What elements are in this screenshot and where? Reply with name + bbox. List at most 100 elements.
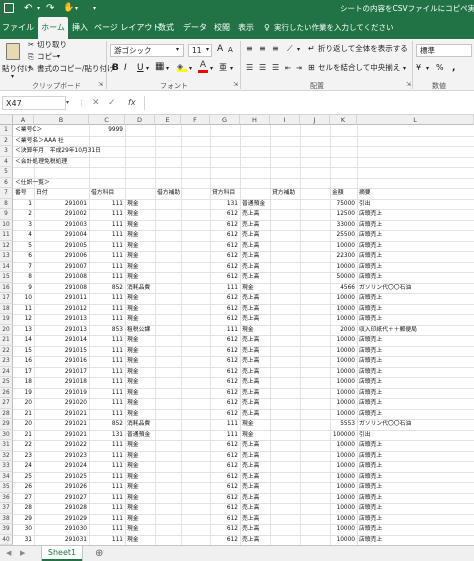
cell[interactable]: 111 [89,220,123,230]
cell[interactable]: 現金 [242,325,254,335]
cell[interactable]: 売上高 [242,220,259,230]
cell[interactable]: 店頭売上 [359,472,382,482]
cell[interactable]: 612 [210,388,238,398]
cell[interactable]: 291016 [34,356,87,366]
cell[interactable]: 店頭売上 [359,262,382,272]
row-header-25[interactable]: 25 [0,377,13,388]
cell[interactable]: 111 [89,535,123,545]
column-header-i[interactable]: I [270,115,300,125]
cell[interactable]: 現金 [127,461,139,471]
cell[interactable]: 612 [210,514,238,524]
cell[interactable]: 13 [13,325,32,335]
row-header-10[interactable]: 10 [0,219,13,230]
cell[interactable]: 291001 [34,199,87,209]
cell[interactable]: 22 [13,440,32,450]
row-header-4[interactable]: 4 [0,156,13,167]
font-launcher-icon[interactable]: ⇲ [233,81,238,88]
cell[interactable]: 10000 [330,440,355,450]
row-header-11[interactable]: 11 [0,230,13,241]
cell[interactable]: 291029 [34,514,87,524]
tab-review[interactable]: 校閲 [212,17,232,39]
cell[interactable]: 10000 [330,262,355,272]
bold-button[interactable]: B [112,63,119,73]
cell[interactable]: 291020 [34,398,87,408]
cell[interactable]: 売上高 [242,293,259,303]
wrap-text-button[interactable]: 折り返して全体を表示する [318,44,408,54]
cell[interactable]: 111 [89,524,123,534]
merge-center-button[interactable]: セルを結合して中央揃え [318,63,400,73]
font-color-icon[interactable]: A [198,61,208,73]
align-right-icon[interactable]: ☰ [272,63,279,73]
format-painter-icon[interactable]: ✎ [28,64,34,74]
cell[interactable]: 店頭売上 [359,251,382,261]
cell[interactable]: 消耗品費 [127,283,150,293]
cell[interactable]: 111 [89,262,123,272]
cell[interactable]: ＜会計処理免税処理 [15,157,67,167]
currency-icon[interactable]: ¥ [416,63,421,73]
column-header-k[interactable]: K [330,115,357,125]
shrink-font-button[interactable]: A [228,45,233,55]
cell[interactable]: 現金 [127,482,139,492]
row-header-40[interactable]: 40 [0,534,13,545]
cell[interactable]: 612 [210,241,238,251]
cell[interactable]: 111 [89,377,123,387]
cell[interactable]: 18 [13,377,32,387]
row-header-12[interactable]: 12 [0,240,13,251]
cell[interactable]: 4 [13,230,32,240]
cell[interactable]: 5553 [330,419,355,429]
cell[interactable]: 291025 [34,472,87,482]
cell[interactable]: 111 [89,251,123,261]
cell[interactable]: 9 [13,283,32,293]
cell[interactable]: 111 [89,493,123,503]
cell[interactable]: 291006 [34,251,87,261]
row-header-1[interactable]: 1 [0,125,13,136]
cell[interactable]: 売上高 [242,377,259,387]
cell[interactable]: 612 [210,356,238,366]
cell[interactable]: 291007 [34,262,87,272]
currency-dropdown-icon[interactable]: ▾ [426,64,429,74]
cell[interactable]: 店頭売上 [359,272,382,282]
comma-button[interactable]: , [452,63,455,73]
cell[interactable]: 291022 [34,440,87,450]
cell[interactable]: 現金 [127,241,139,251]
cell[interactable]: 852 [89,283,123,293]
row-header-17[interactable]: 17 [0,293,13,304]
row-header-8[interactable]: 8 [0,198,13,209]
phonetic-dropdown-icon[interactable]: ▾ [230,64,233,74]
cell[interactable]: 金額 [332,188,344,198]
cell[interactable]: 291011 [34,293,87,303]
cell[interactable]: 612 [210,335,238,345]
number-format-select[interactable]: 標準 [416,44,472,57]
cell[interactable]: 5 [13,241,32,251]
cell[interactable]: 現金 [127,304,139,314]
cell[interactable]: 27 [13,493,32,503]
cell[interactable]: 店頭売上 [359,461,382,471]
row-header-39[interactable]: 39 [0,524,13,535]
cell[interactable]: 10000 [330,409,355,419]
cell[interactable]: 6 [13,251,32,261]
cell[interactable]: 111 [89,346,123,356]
cell[interactable]: 291008 [34,272,87,282]
cell[interactable]: 291031 [34,535,87,545]
cell[interactable]: 店頭売上 [359,293,382,303]
row-header-23[interactable]: 23 [0,356,13,367]
cell[interactable]: 10000 [330,293,355,303]
formula-bar-divider[interactable]: ⋮ [78,96,85,110]
cell[interactable]: 店頭売上 [359,503,382,513]
cell[interactable]: 現金 [127,514,139,524]
cell[interactable]: 現金 [242,430,254,440]
cell[interactable]: 現金 [127,409,139,419]
cell[interactable]: 店頭売上 [359,409,382,419]
cell[interactable]: 10000 [330,367,355,377]
font-size-dropdown-icon[interactable]: ▾ [206,45,209,55]
cell[interactable]: 111 [89,409,123,419]
column-header-g[interactable]: G [210,115,240,125]
merge-center-icon[interactable]: ⊞ [308,63,315,73]
cell[interactable]: 売上高 [242,209,259,219]
cell[interactable]: 店頭売上 [359,356,382,366]
copy-dropdown-icon[interactable]: ▾ [57,52,60,62]
align-center-icon[interactable]: ☰ [259,63,266,73]
cell[interactable]: 現金 [127,451,139,461]
cell[interactable]: 612 [210,251,238,261]
cell[interactable]: 111 [89,503,123,513]
